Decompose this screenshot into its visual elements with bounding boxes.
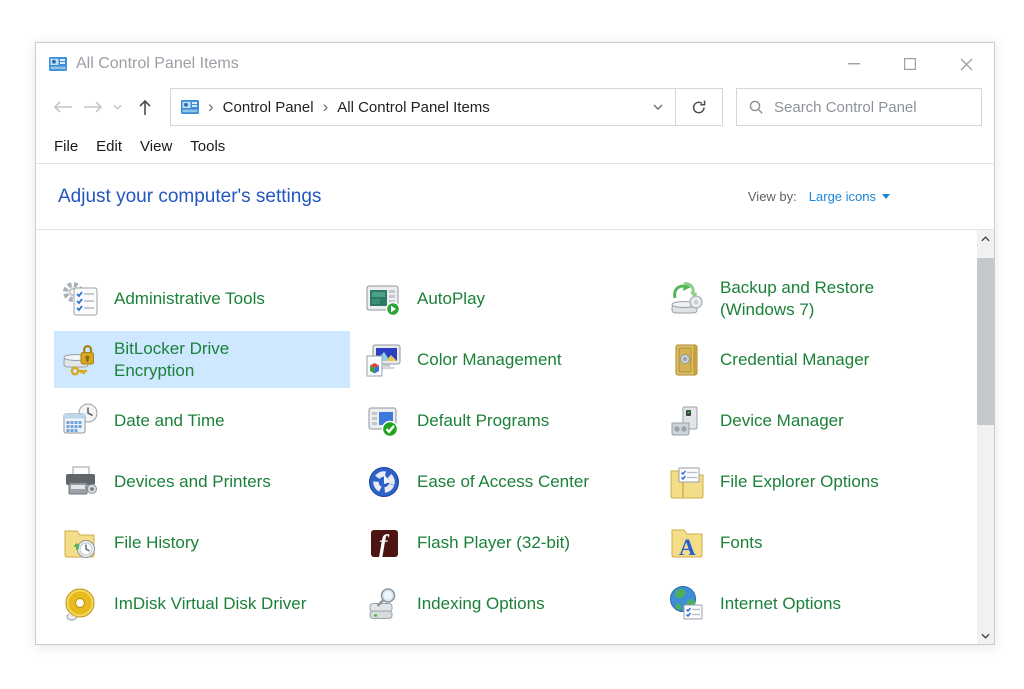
refresh-button[interactable] bbox=[676, 88, 723, 126]
fonts-icon: A bbox=[667, 523, 707, 563]
window-title: All Control Panel Items bbox=[76, 55, 239, 73]
item-file-explorer-options[interactable]: File Explorer Options bbox=[660, 453, 956, 510]
chevron-down-icon bbox=[113, 104, 122, 110]
items-panel: Administrative Tools AutoPlay Backup and… bbox=[36, 230, 994, 644]
control-panel-app-icon bbox=[49, 57, 67, 71]
ease-of-access-icon bbox=[364, 462, 404, 502]
menu-view[interactable]: View bbox=[131, 134, 181, 159]
breadcrumb-all-items[interactable]: All Control Panel Items bbox=[337, 99, 490, 116]
date-time-icon bbox=[61, 401, 101, 441]
item-color-management[interactable]: Color Management bbox=[357, 331, 653, 388]
item-credential-manager[interactable]: Credential Manager bbox=[660, 331, 956, 388]
backup-restore-icon bbox=[667, 279, 707, 319]
close-icon bbox=[960, 58, 973, 71]
minimize-button[interactable] bbox=[826, 43, 882, 85]
view-by-dropdown[interactable]: Large icons bbox=[809, 189, 890, 204]
up-arrow-icon bbox=[138, 99, 152, 116]
item-imdisk-virtual-disk-driver[interactable]: ImDisk Virtual Disk Driver bbox=[54, 575, 350, 632]
item-internet-options[interactable]: Internet Options bbox=[660, 575, 956, 632]
view-by-control: View by: Large icons bbox=[748, 189, 890, 204]
up-button[interactable] bbox=[130, 91, 160, 123]
close-button[interactable] bbox=[938, 43, 994, 85]
recent-locations-button[interactable] bbox=[108, 91, 126, 123]
chevron-up-icon bbox=[981, 236, 990, 242]
default-programs-icon bbox=[364, 401, 404, 441]
autoplay-icon bbox=[364, 279, 404, 319]
item-default-programs[interactable]: Default Programs bbox=[357, 392, 653, 449]
indexing-options-icon bbox=[364, 584, 404, 624]
item-autoplay[interactable]: AutoPlay bbox=[357, 270, 653, 327]
search-placeholder: Search Control Panel bbox=[774, 99, 917, 116]
chevron-down-icon bbox=[981, 633, 990, 639]
search-input[interactable]: Search Control Panel bbox=[736, 88, 982, 126]
navigation-toolbar: › Control Panel › All Control Panel Item… bbox=[36, 85, 994, 129]
minimize-icon bbox=[848, 63, 860, 65]
item-bitlocker-drive-encryption[interactable]: BitLocker Drive Encryption bbox=[54, 331, 350, 388]
menu-bar: File Edit View Tools bbox=[36, 129, 994, 164]
refresh-icon bbox=[691, 99, 707, 115]
item-date-and-time[interactable]: Date and Time bbox=[54, 392, 350, 449]
items-grid: Administrative Tools AutoPlay Backup and… bbox=[54, 230, 994, 636]
item-indexing-options[interactable]: Indexing Options bbox=[357, 575, 653, 632]
menu-tools[interactable]: Tools bbox=[181, 134, 234, 159]
chevron-down-icon bbox=[653, 104, 663, 110]
device-manager-icon bbox=[667, 401, 707, 441]
breadcrumb-separator: › bbox=[199, 97, 223, 117]
breadcrumb-root-icon bbox=[181, 100, 199, 114]
back-button[interactable] bbox=[48, 91, 78, 123]
file-history-icon bbox=[61, 523, 101, 563]
title-bar: All Control Panel Items bbox=[36, 43, 994, 85]
menu-edit[interactable]: Edit bbox=[87, 134, 131, 159]
item-devices-and-printers[interactable]: Devices and Printers bbox=[54, 453, 350, 510]
breadcrumb-control-panel[interactable]: Control Panel bbox=[223, 99, 314, 116]
bitlocker-icon bbox=[61, 340, 101, 380]
address-bar[interactable]: › Control Panel › All Control Panel Item… bbox=[170, 88, 676, 126]
item-fonts[interactable]: AFonts bbox=[660, 514, 956, 571]
credential-manager-icon bbox=[667, 340, 707, 380]
flash-player-icon: f bbox=[364, 523, 404, 563]
menu-file[interactable]: File bbox=[45, 134, 87, 159]
item-backup-and-restore[interactable]: Backup and Restore (Windows 7) bbox=[660, 270, 956, 327]
forward-button[interactable] bbox=[78, 91, 108, 123]
window-controls bbox=[826, 43, 994, 85]
item-administrative-tools[interactable]: Administrative Tools bbox=[54, 270, 350, 327]
page-title: Adjust your computer's settings bbox=[58, 186, 321, 208]
vertical-scrollbar[interactable] bbox=[977, 230, 994, 644]
item-ease-of-access-center[interactable]: Ease of Access Center bbox=[357, 453, 653, 510]
item-device-manager[interactable]: Device Manager bbox=[660, 392, 956, 449]
item-file-history[interactable]: File History bbox=[54, 514, 350, 571]
administrative-tools-icon bbox=[61, 279, 101, 319]
breadcrumb-separator: › bbox=[314, 97, 338, 117]
imdisk-icon bbox=[61, 584, 101, 624]
color-management-icon bbox=[364, 340, 404, 380]
scrollbar-thumb[interactable] bbox=[977, 258, 994, 425]
search-icon bbox=[748, 99, 764, 115]
forward-arrow-icon bbox=[83, 100, 103, 114]
maximize-icon bbox=[904, 58, 916, 70]
scrollbar-down-button[interactable] bbox=[977, 627, 994, 644]
internet-options-icon bbox=[667, 584, 707, 624]
svg-text:A: A bbox=[679, 535, 696, 560]
devices-printers-icon bbox=[61, 462, 101, 502]
page-header: Adjust your computer's settings View by:… bbox=[36, 164, 994, 230]
address-dropdown-button[interactable] bbox=[653, 104, 665, 110]
view-by-label: View by: bbox=[748, 189, 797, 204]
caret-down-icon bbox=[882, 194, 890, 199]
scrollbar-up-button[interactable] bbox=[977, 230, 994, 247]
file-explorer-options-icon bbox=[667, 462, 707, 502]
control-panel-window: All Control Panel Items bbox=[35, 42, 995, 645]
view-by-value: Large icons bbox=[809, 189, 876, 204]
back-arrow-icon bbox=[53, 100, 73, 114]
maximize-button[interactable] bbox=[882, 43, 938, 85]
item-flash-player[interactable]: fFlash Player (32-bit) bbox=[357, 514, 653, 571]
